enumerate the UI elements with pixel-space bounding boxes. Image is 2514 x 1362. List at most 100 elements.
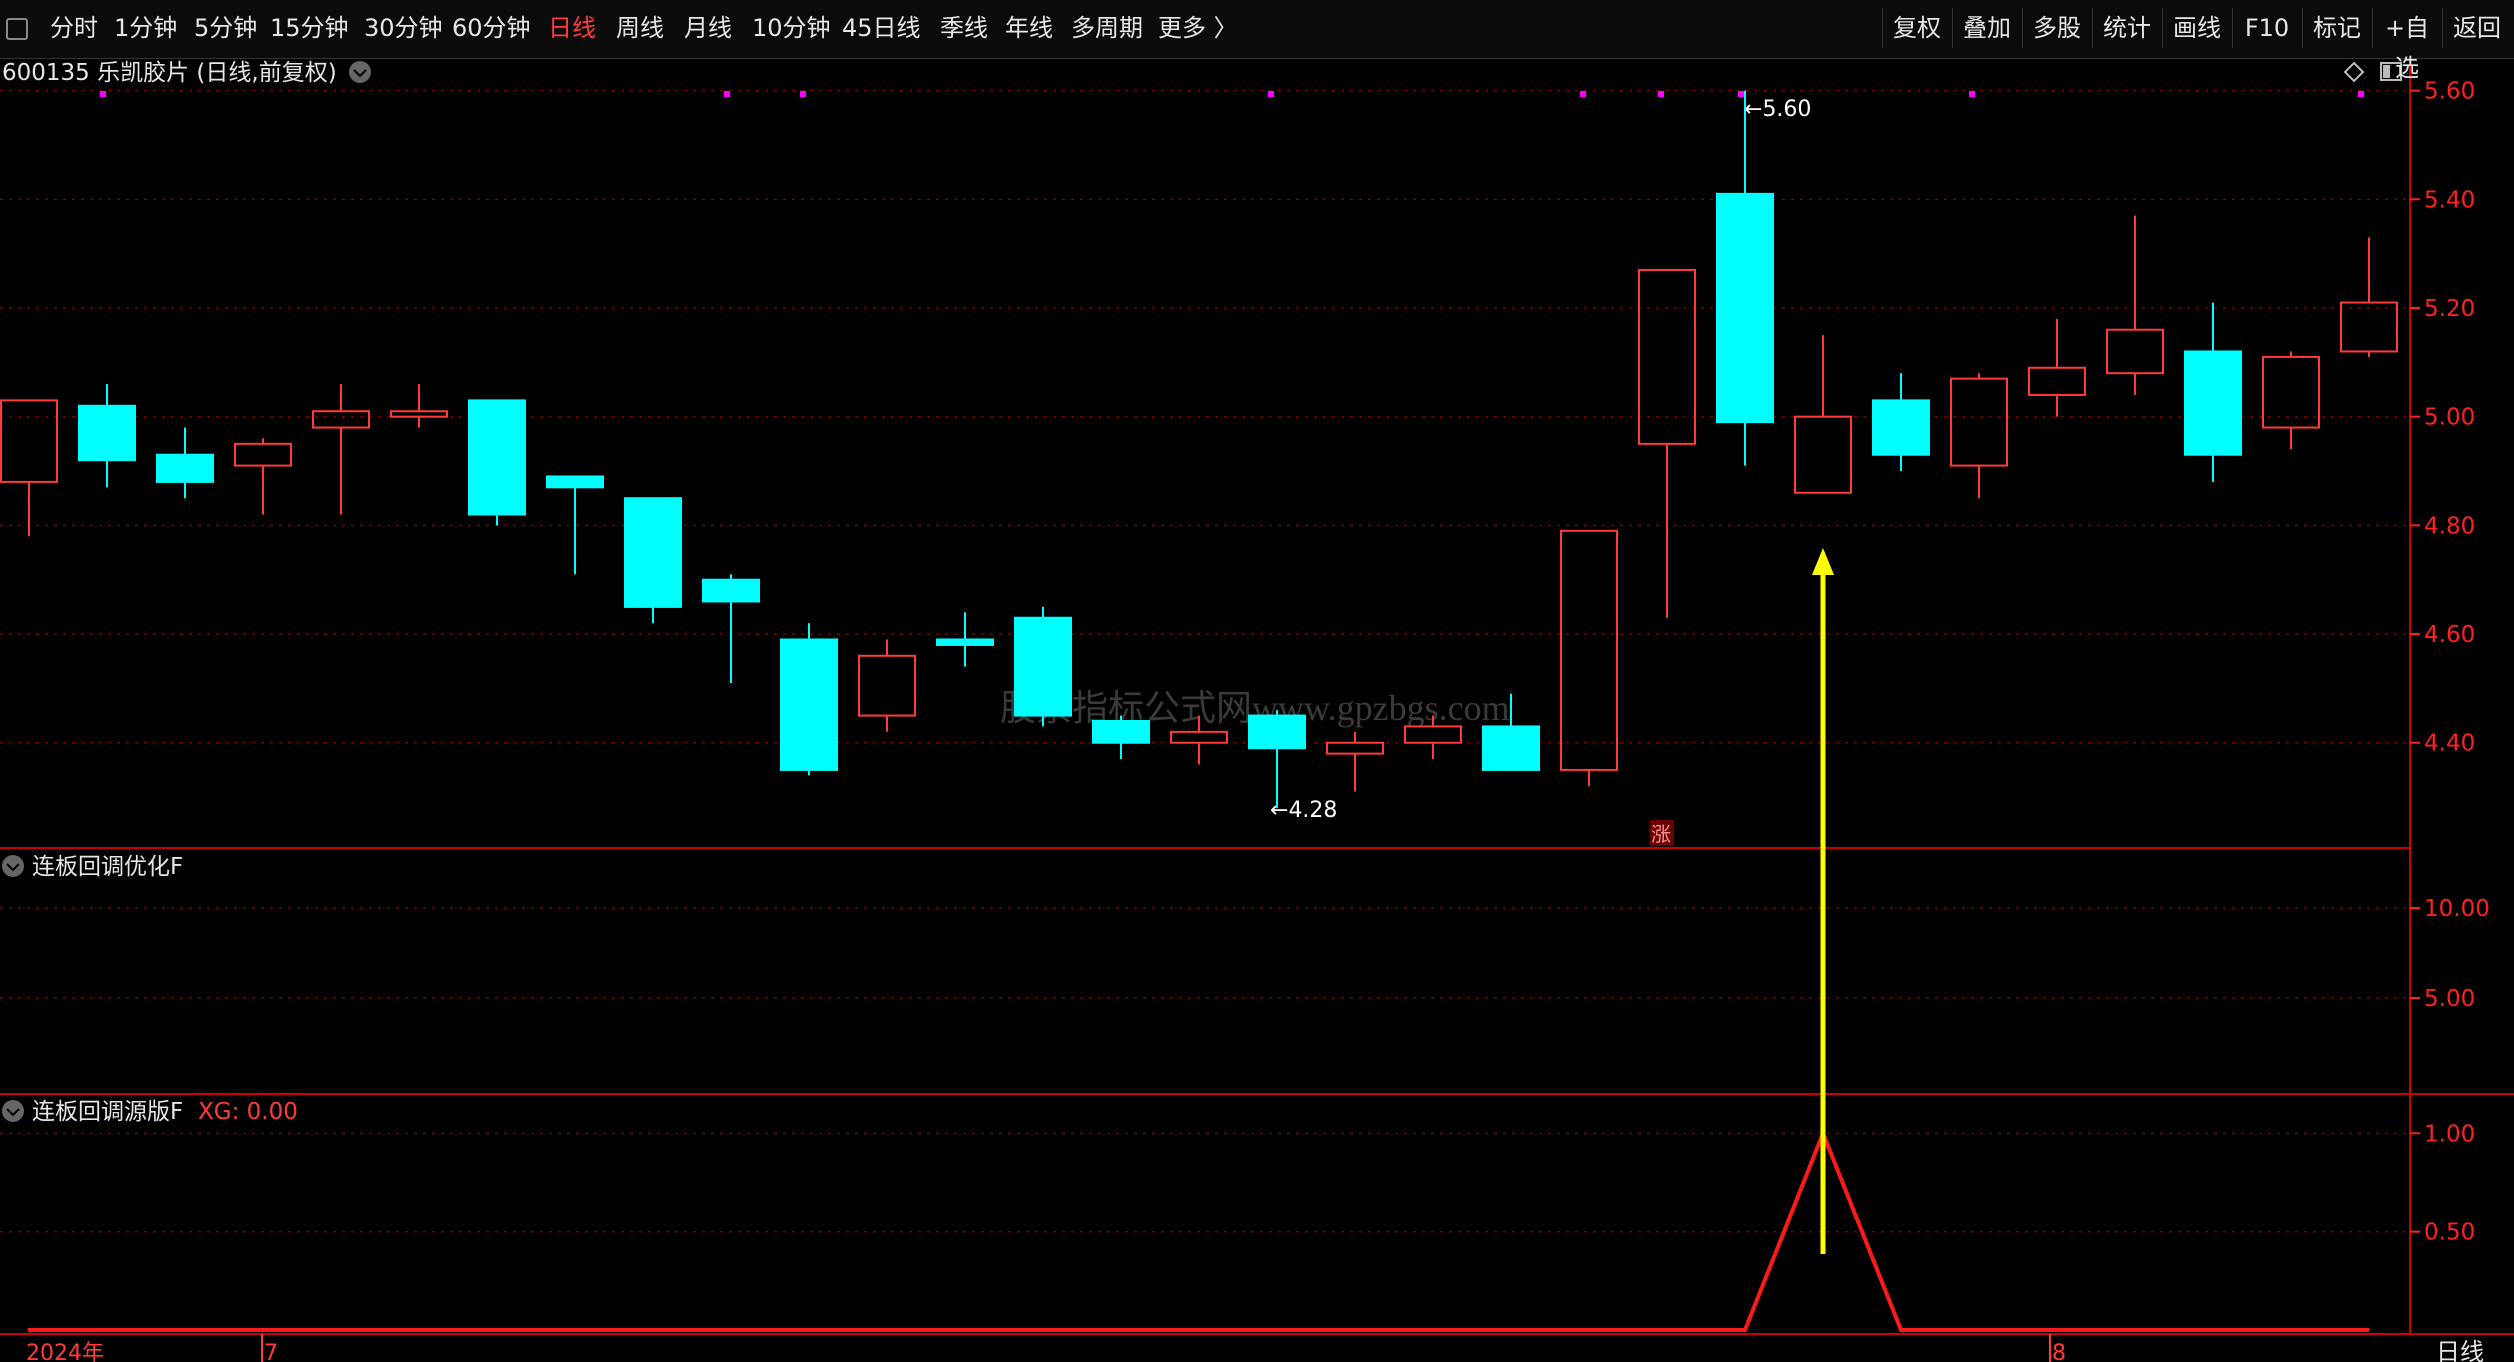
candle-14 [1092, 715, 1150, 760]
price-tick-label-0: 5.60 [2424, 79, 2475, 105]
price-tick-label-4: 4.80 [2424, 513, 2475, 539]
price-tick-label-3: 5.00 [2424, 405, 2475, 431]
period-tab-1[interactable]: 1分钟 [114, 10, 177, 46]
title-dropdown-icon[interactable] [349, 61, 371, 83]
x-label-july: 7 [264, 1341, 278, 1362]
panel3-dropdown-icon[interactable] [2, 1100, 24, 1122]
candle-body-28 [2184, 350, 2242, 456]
signal-dot-5 [1658, 91, 1664, 97]
candle-23 [1794, 335, 1852, 494]
candle-body-23 [1794, 415, 1852, 494]
candle-body-5 [390, 410, 448, 418]
candle-30 [2340, 237, 2398, 357]
candle-26 [2028, 318, 2086, 417]
period-tab-8[interactable]: 月线 [684, 10, 732, 46]
toolbar-button-3[interactable]: 统计 [2092, 8, 2161, 48]
candle-body-26 [2028, 366, 2086, 396]
signal-dot-2 [800, 91, 806, 97]
period-tab-3[interactable]: 15分钟 [270, 10, 349, 46]
price-axis: 5.60 5.40 5.20 5.00 4.80 4.60 4.40 [2410, 79, 2475, 757]
candle-28 [2184, 302, 2242, 482]
candle-body-20 [1560, 529, 1618, 771]
toolbar-button-4[interactable]: 画线 [2162, 8, 2231, 48]
toolbar-button-0[interactable]: 复权 [1882, 8, 1951, 48]
candle-body-30 [2340, 301, 2398, 353]
candle-body-3 [234, 442, 292, 467]
price-tick-label-1: 5.40 [2424, 187, 2475, 213]
toolbar-button-6[interactable]: 标记 [2302, 8, 2371, 48]
panel3-name: 连板回调源版F [32, 1099, 183, 1125]
period-toolbar: 分时 1分钟 5分钟 15分钟 30分钟 60分钟 日线 周线 月线 10分钟 45日线 季线 年线 多周… [0, 0, 2514, 82]
candle-body-14 [1092, 720, 1150, 744]
candle-5 [390, 384, 448, 428]
candle-9 [702, 574, 760, 683]
candle-29 [2262, 351, 2320, 450]
period-tab-0[interactable]: 分时 [50, 10, 98, 46]
period-tab-7[interactable]: 周线 [616, 10, 664, 46]
signal-dot-1 [724, 91, 730, 97]
period-tab-11[interactable]: 季线 [940, 10, 988, 46]
signal-dot-3 [1268, 91, 1274, 97]
candle-body-12 [936, 638, 994, 646]
candle-body-17 [1326, 741, 1384, 755]
toolbar-button-1[interactable]: 叠加 [1952, 8, 2021, 48]
period-label: 日线 [2436, 1338, 2484, 1362]
candle-2 [156, 427, 214, 499]
candle-body-10 [780, 638, 838, 771]
min-price-annotation: ←4.28 [1270, 798, 1337, 823]
panel2-dropdown-icon[interactable] [2, 855, 24, 877]
candle-body-16 [1248, 714, 1306, 750]
candle-0 [0, 399, 58, 537]
candle-8 [624, 497, 682, 624]
candle-body-4 [312, 410, 370, 429]
candle-body-18 [1404, 725, 1462, 744]
period-tab-10[interactable]: 45日线 [842, 10, 921, 46]
candle-10 [780, 623, 838, 776]
toolbar-button-7[interactable]: +自选 [2372, 8, 2441, 82]
candle-21 [1638, 268, 1696, 618]
price-tick-label-2: 5.20 [2424, 296, 2475, 322]
candle-body-9 [702, 578, 760, 603]
toolbar-button-8[interactable]: 返回 [2442, 8, 2511, 48]
period-tab-14[interactable]: 更多 〉 [1158, 10, 1238, 46]
panel2-name: 连板回调优化F [32, 854, 183, 880]
menu-icon[interactable] [6, 18, 28, 40]
candle-17 [1326, 731, 1384, 792]
candle-body-29 [2262, 355, 2320, 429]
period-tab-6[interactable]: 日线 [548, 10, 596, 46]
candle-4 [312, 384, 370, 515]
candle-body-1 [78, 404, 136, 462]
panel3-axis: 1.00 0.50 [2410, 1121, 2475, 1246]
panel2-axis: 10.00 5.00 [2410, 896, 2490, 1012]
period-tab-2[interactable]: 5分钟 [194, 10, 257, 46]
candle-20 [1560, 529, 1618, 787]
grid-lines [0, 89, 2410, 1233]
panel2-title: 连板回调优化F [2, 854, 183, 880]
price-tick-label-5: 4.60 [2424, 622, 2475, 648]
candle-22 [1716, 90, 1774, 466]
diamond-icon[interactable] [2343, 61, 2365, 83]
candle-11 [858, 639, 916, 732]
signal-dot-4 [1580, 91, 1586, 97]
period-tab-13[interactable]: 多周期 [1071, 10, 1143, 46]
candle-25 [1950, 373, 2008, 499]
arrow-head [1812, 548, 1834, 575]
candle-6 [468, 399, 526, 526]
price-tick-label-6: 4.40 [2424, 731, 2475, 757]
x-axis: 2024年 7 8 日线 [26, 1334, 2484, 1362]
toolbar-button-5[interactable]: F10 [2232, 8, 2301, 48]
signal-dot-7 [1969, 91, 1975, 97]
max-price-annotation: ←5.60 [1744, 97, 1811, 122]
main-panel-title: 600135 乐凯胶片 (日线,前复权) [2, 60, 371, 86]
period-tab-12[interactable]: 年线 [1005, 10, 1053, 46]
stock-title: 600135 乐凯胶片 (日线,前复权) [2, 60, 337, 86]
chart-canvas: 股票指标公式网www.gpzbgs.com 5.605.405.205.004.… [0, 58, 2514, 1362]
toolbar-button-2[interactable]: 多股 [2022, 8, 2091, 48]
candle-body-13 [1014, 616, 1072, 717]
candle-body-24 [1872, 399, 1930, 456]
period-tab-9[interactable]: 10分钟 [752, 10, 831, 46]
period-tab-5[interactable]: 60分钟 [452, 10, 531, 46]
p2-tick-label-1: 5.00 [2424, 986, 2475, 1012]
period-tab-4[interactable]: 30分钟 [364, 10, 443, 46]
candle-body-25 [1950, 377, 2008, 467]
